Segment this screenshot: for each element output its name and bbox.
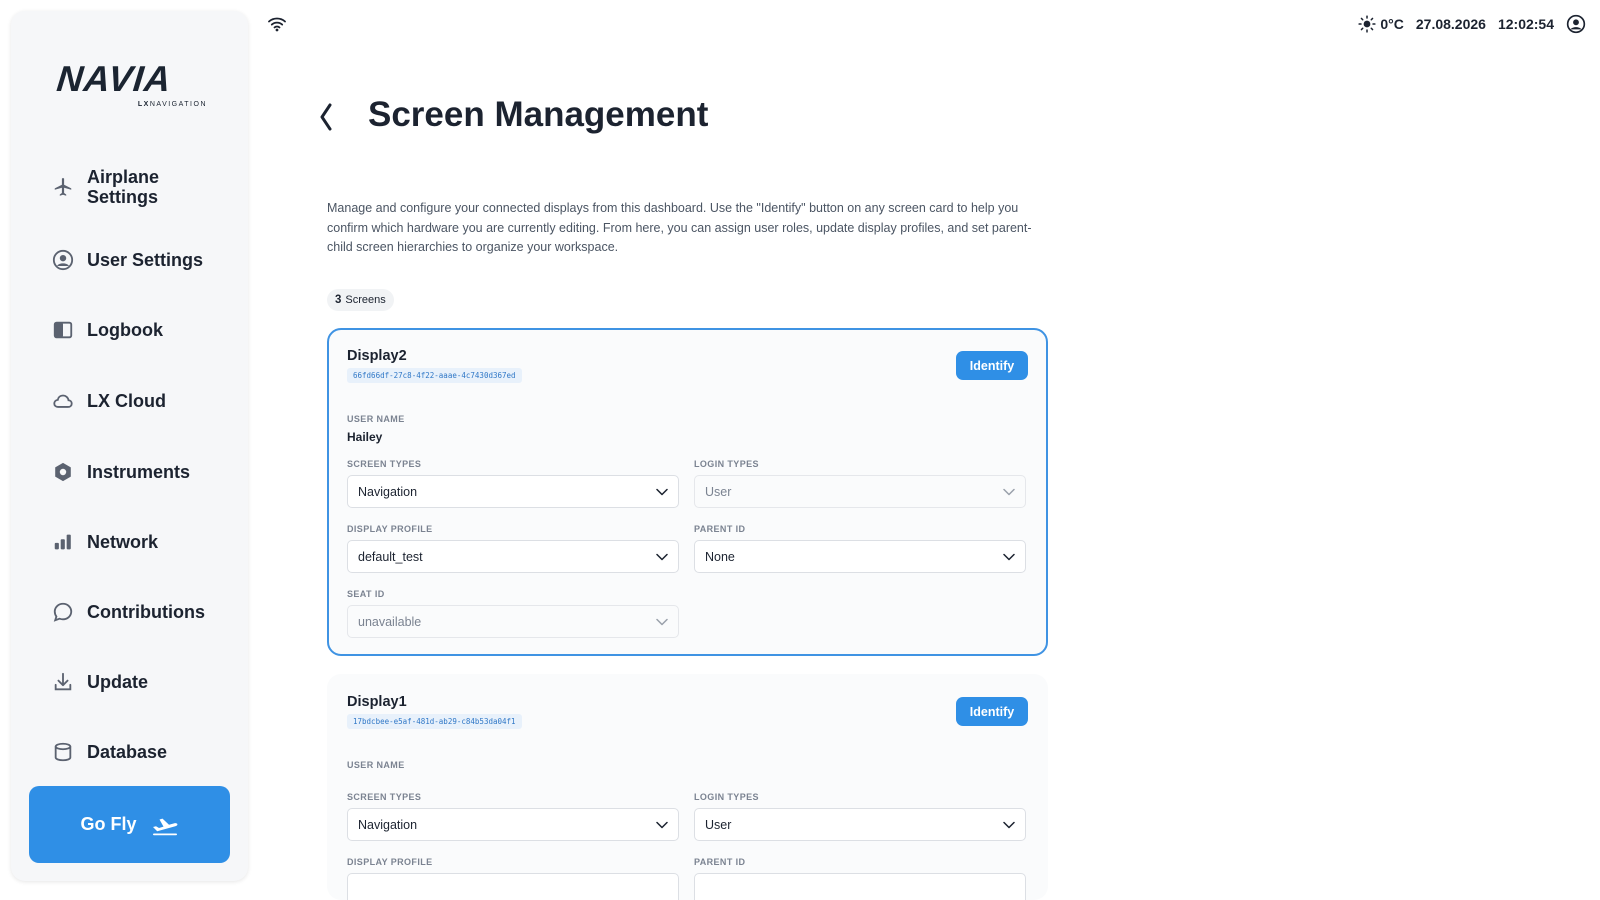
screen-card[interactable]: Display1 17bdcbee-e5af-481d-ab29-c84b53d… (327, 674, 1048, 900)
sidebar-item-network[interactable]: Network (51, 530, 238, 554)
database-icon (51, 740, 75, 764)
screen-count-badge: 3 Screens (327, 289, 394, 311)
chevron-down-icon (656, 618, 668, 626)
chevron-down-icon (656, 488, 668, 496)
sidebar-item-label: LX Cloud (87, 391, 166, 411)
chevron-down-icon (1003, 553, 1015, 561)
select-value: User (705, 484, 732, 499)
sidebar-item-lx-cloud[interactable]: LX Cloud (51, 389, 238, 413)
select-value: None (705, 549, 735, 564)
sidebar-item-label: Instruments (87, 462, 191, 482)
navia-logo: NAVIA LXNAVIGATION (54, 58, 207, 111)
page-description: Manage and configure your connected disp… (327, 201, 1032, 254)
sidebar-item-instruments[interactable]: Instruments (51, 460, 238, 484)
sidebar-item-label: Database (87, 742, 168, 762)
seat-id-label: SEAT ID (347, 589, 385, 599)
parent-id-select[interactable] (694, 873, 1026, 900)
sidebar-item-label: Logbook (87, 320, 163, 340)
chevron-down-icon (1003, 488, 1015, 496)
select-value: Navigation (358, 817, 418, 832)
screen-id-badge: 66fd66df-27c8-4f22-aaae-4c7430d367ed (347, 368, 522, 383)
login-types-label: LOGIN TYPES (694, 792, 759, 802)
parent-id-label: PARENT ID (694, 857, 746, 867)
sidebar-item-label: Network (87, 532, 159, 552)
sidebar-item-user-settings[interactable]: User Settings (51, 248, 238, 272)
go-fly-button[interactable]: Go Fly (29, 786, 230, 863)
seat-id-select: unavailable (347, 605, 679, 638)
select-value: Navigation (358, 484, 418, 499)
screen-types-label: SCREEN TYPES (347, 459, 422, 469)
select-value: unavailable (358, 614, 422, 629)
screen-name: Display2 (347, 348, 407, 364)
back-button[interactable] (318, 100, 338, 134)
select-value: default_test (358, 549, 423, 564)
screen-count: 3 (335, 294, 342, 306)
identify-button[interactable]: Identify (956, 351, 1028, 380)
sidebar-item-database[interactable]: Database (51, 740, 238, 764)
clock: 12:02:54 (1497, 16, 1554, 32)
sidebar-item-label: Contributions (87, 602, 205, 622)
chevron-left-icon (318, 102, 334, 132)
date: 27.08.2026 (1415, 16, 1486, 32)
cloud-icon (51, 389, 75, 413)
display-profile-select[interactable] (347, 873, 679, 900)
sidebar-item-logbook[interactable]: Logbook (51, 318, 238, 342)
page-title: Screen Management (368, 95, 709, 134)
sidebar-item-contributions[interactable]: Contributions (51, 600, 238, 624)
sidebar-item-label: Airplane Settings (87, 167, 160, 207)
sidebar-item-label: Update (87, 672, 149, 692)
select-value: User (705, 817, 732, 832)
airplane-icon (51, 175, 75, 199)
screen-name: Display1 (347, 694, 407, 710)
sun-icon (1358, 15, 1376, 33)
parent-id-label: PARENT ID (694, 524, 746, 534)
logo-subtitle: LXNAVIGATION (137, 101, 207, 108)
chevron-down-icon (656, 553, 668, 561)
display-profile-select[interactable]: default_test (347, 540, 679, 573)
chevron-down-icon (656, 821, 668, 829)
logbook-icon (51, 318, 75, 342)
logo-wordmark: NAVIA (54, 58, 174, 99)
chat-bubble-icon (51, 600, 75, 624)
chevron-down-icon (1003, 821, 1015, 829)
login-types-label: LOGIN TYPES (694, 459, 759, 469)
login-types-select: User (694, 475, 1026, 508)
sidebar-item-label: User Settings (87, 250, 204, 270)
sidebar-item-update[interactable]: Update (51, 670, 238, 694)
display-profile-label: DISPLAY PROFILE (347, 857, 433, 867)
parent-id-select[interactable]: None (694, 540, 1026, 573)
display-profile-label: DISPLAY PROFILE (347, 524, 433, 534)
signal-bars-icon (51, 530, 75, 554)
download-icon (51, 670, 75, 694)
screen-count-label: Screens (345, 294, 386, 306)
sidebar-nav: Airplane Settings User Settings Logbook … (11, 149, 248, 781)
hexagon-icon (51, 460, 75, 484)
airplane-takeoff-icon (151, 814, 179, 836)
user-circle-icon (51, 248, 75, 272)
user-name-label: USER NAME (347, 414, 405, 424)
status-bar: 0°C 27.08.2026 12:02:54 (1358, 12, 1586, 36)
screen-types-select[interactable]: Navigation (347, 475, 679, 508)
wifi-icon (268, 16, 286, 32)
screen-id-badge: 17bdcbee-e5af-481d-ab29-c84b53da04f1 (347, 714, 522, 729)
user-name-value: Hailey (347, 430, 383, 444)
login-types-select[interactable]: User (694, 808, 1026, 841)
temperature: 0°C (1380, 16, 1404, 32)
account-circle-icon[interactable] (1566, 14, 1586, 34)
sidebar-item-airplane-settings[interactable]: Airplane Settings (51, 167, 238, 207)
screen-types-select[interactable]: Navigation (347, 808, 679, 841)
identify-button[interactable]: Identify (956, 697, 1028, 726)
sidebar: NAVIA LXNAVIGATION Airplane Settings Use… (11, 11, 248, 881)
screen-types-label: SCREEN TYPES (347, 792, 422, 802)
go-fly-label: Go Fly (80, 814, 137, 834)
screen-card[interactable]: Display2 66fd66df-27c8-4f22-aaae-4c7430d… (327, 328, 1048, 656)
user-name-label: USER NAME (347, 760, 405, 770)
